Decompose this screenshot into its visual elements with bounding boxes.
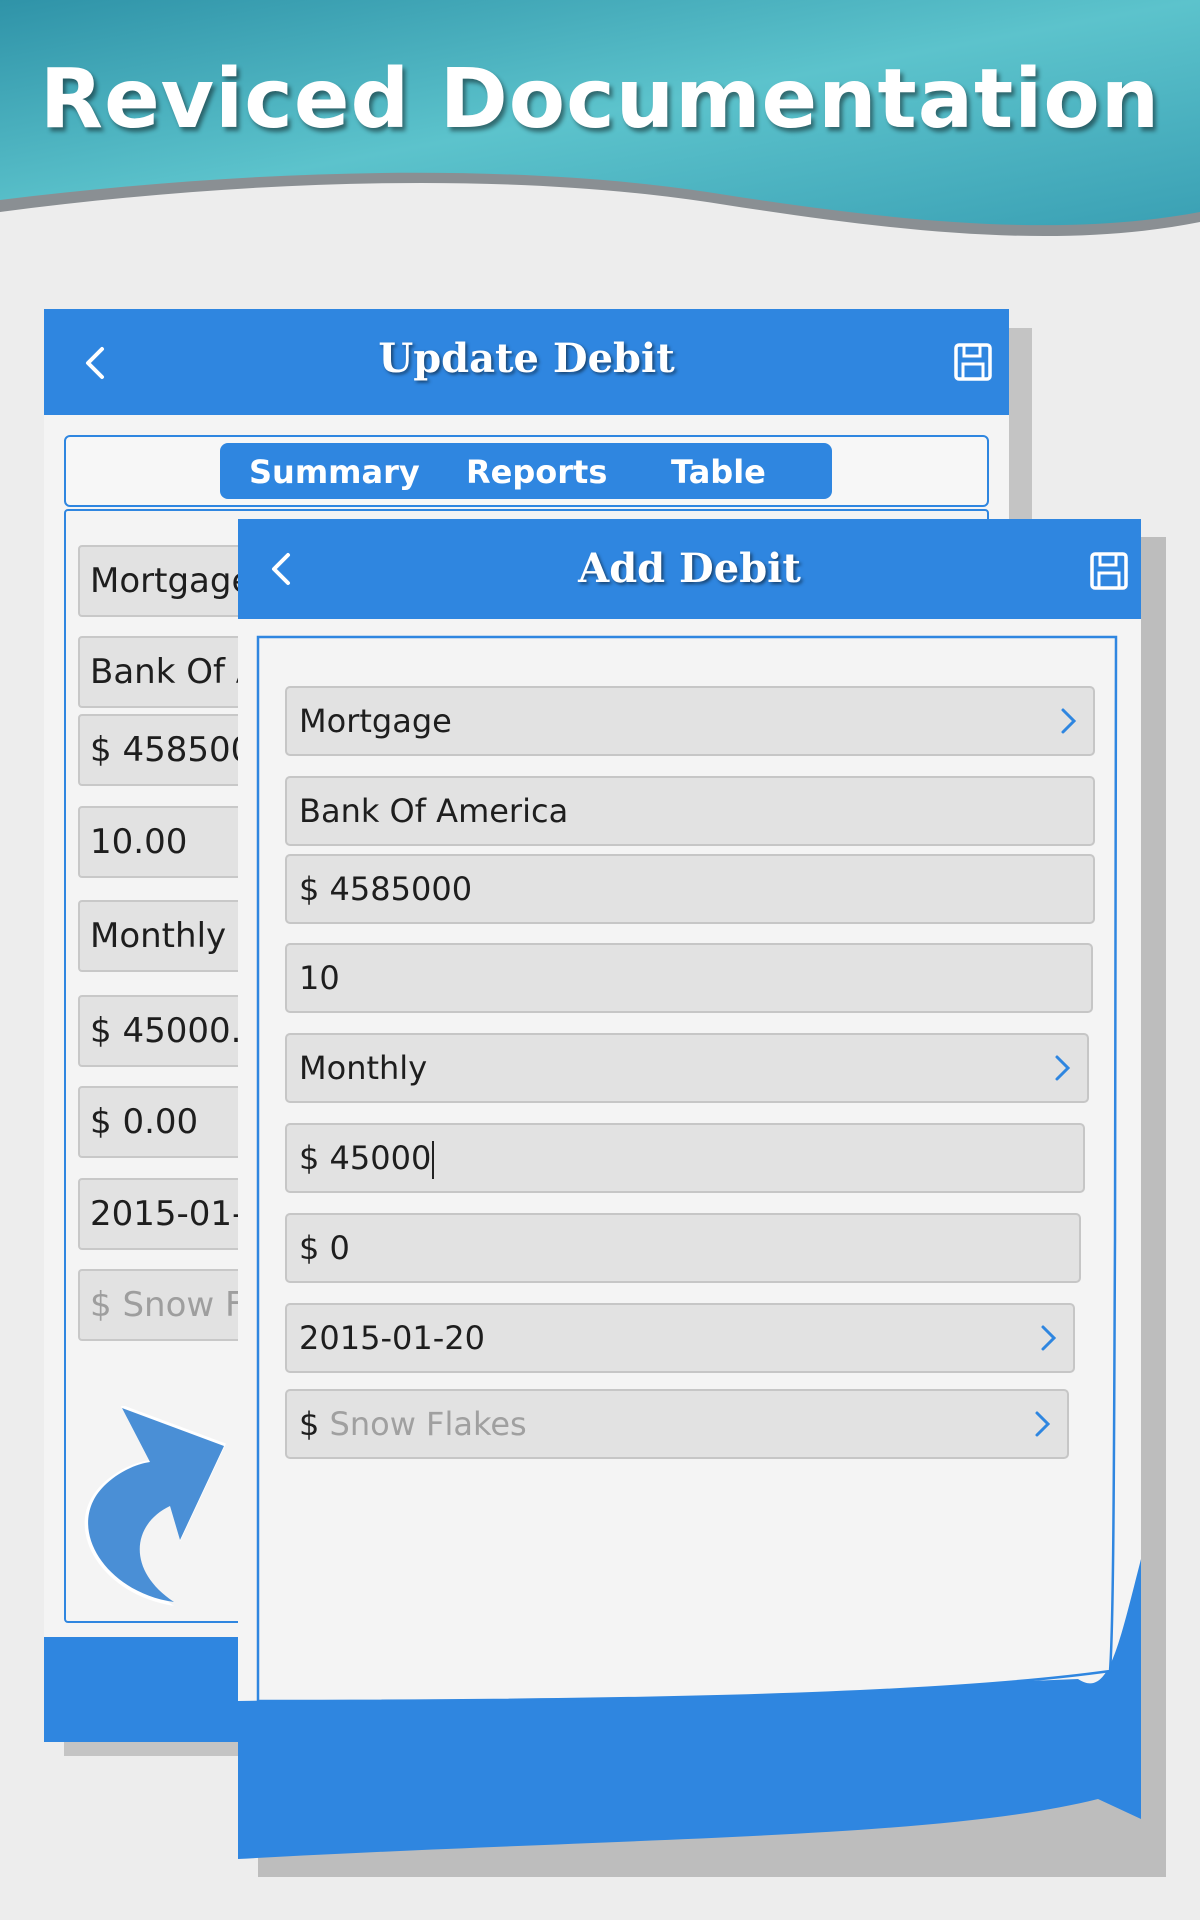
rate-input[interactable]: 10 [285,943,1093,1013]
text-cursor [432,1141,435,1179]
floppy-save-icon[interactable] [1089,551,1129,591]
chevron-right-icon [1041,1325,1057,1351]
chevron-right-icon [1055,1055,1071,1081]
screen-title: Update Debit [378,335,675,382]
frequency-select[interactable]: Monthly [285,1033,1089,1103]
chevron-right-icon [1035,1411,1051,1437]
tab-reports[interactable]: Reports [466,453,607,491]
banner-title: Reviced Documentation [39,52,1161,147]
rate-field[interactable]: 10.00 [78,806,252,878]
strategy-field[interactable]: $ Snow F [78,1269,252,1341]
floppy-save-icon[interactable] [953,342,993,382]
header-banner: Reviced Documentation [0,0,1200,260]
date-select[interactable]: 2015-01-20 [285,1303,1075,1373]
app-bar: Add Debit [238,519,1141,619]
amount-field[interactable]: $ 458500 [78,714,252,786]
tab-bar: Summary Reports Table [220,443,832,499]
frequency-field[interactable]: Monthly [78,900,252,972]
payment-field[interactable]: $ 45000.0 [78,995,252,1067]
tab-table[interactable]: Table [671,453,766,491]
tab-summary[interactable]: Summary [249,453,420,491]
amount-input[interactable]: $ 4585000 [285,854,1095,924]
extra-payment-field[interactable]: $ 0.00 [78,1086,252,1158]
extra-payment-input[interactable]: $ 0 [285,1213,1081,1283]
curved-arrow-icon [84,1406,226,1606]
payment-input[interactable]: $ 45000 [285,1123,1085,1193]
category-select[interactable]: Mortgage [285,686,1095,756]
add-debit-screen: Add Debit Mortgage Bank Of America $ 458… [238,519,1141,1859]
date-field[interactable]: 2015-01- [78,1178,252,1250]
app-bar: Update Debit [44,309,1009,415]
strategy-select[interactable]: $ Snow Flakes [285,1389,1069,1459]
chevron-right-icon [1061,708,1077,734]
tab-bar-frame: Summary Reports Table [64,435,989,507]
lender-field[interactable]: Bank Of A [78,636,252,708]
category-field[interactable]: Mortgage [78,545,252,617]
screen-title: Add Debit [578,545,801,592]
lender-input[interactable]: Bank Of America [285,776,1095,846]
